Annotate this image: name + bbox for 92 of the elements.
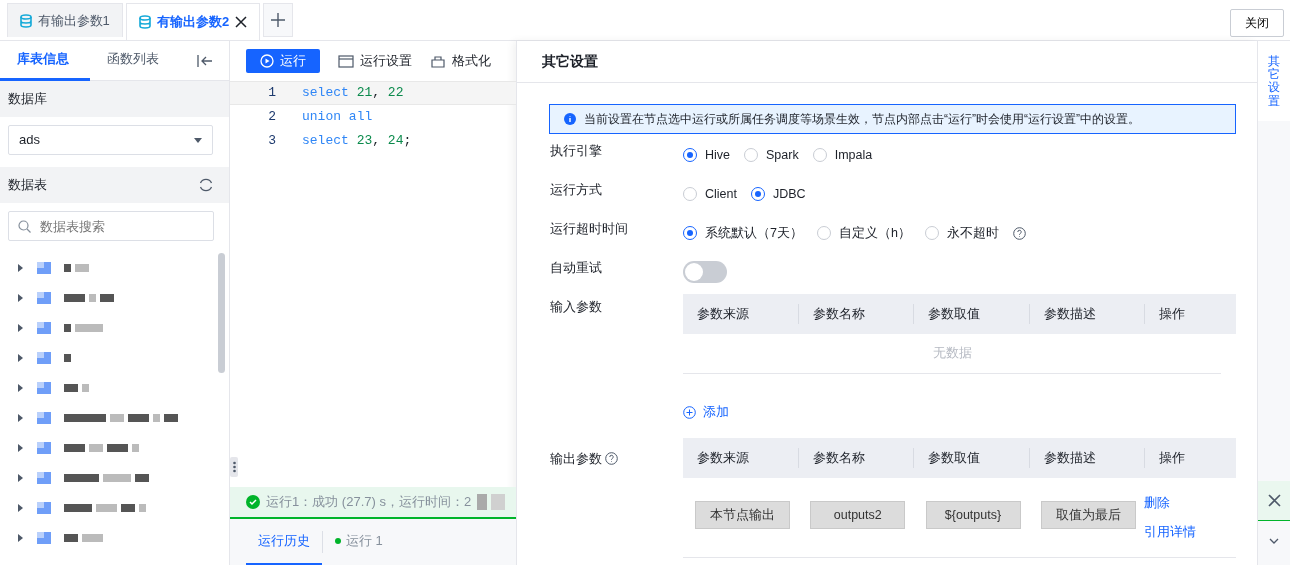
toolbar-button[interactable]: 运行设置 <box>338 51 412 71</box>
notice-text: 当前设置在节点选中运行或所属任务调度等场景生效，节点内部点击“运行”时会使用“运行设置”中的设置。 <box>584 111 1140 128</box>
toggle-switch[interactable] <box>683 261 727 283</box>
drawer-title: 其它设置 <box>542 52 598 71</box>
radio-option[interactable]: Spark <box>744 145 799 165</box>
redacted-text <box>64 324 103 332</box>
column-header: 参数名称 <box>797 448 913 468</box>
line-number: 1 <box>267 84 277 103</box>
redacted-text <box>64 294 114 302</box>
info-icon <box>564 113 576 125</box>
toolbar-button[interactable]: 格式化 <box>430 51 491 71</box>
redacted-text <box>64 384 89 392</box>
empty-text: 无数据 <box>683 334 1221 374</box>
table-icon <box>36 530 52 546</box>
field-label: 输出参数 <box>550 451 602 468</box>
sidebar-tab[interactable]: 函数列表 <box>90 41 180 81</box>
radio-option[interactable]: 永不超时 <box>924 223 999 243</box>
chevron-down-icon <box>1269 538 1279 544</box>
close-button[interactable]: 关闭 <box>1229 8 1284 37</box>
status-text: 运行1：成功 (27.7) s，运行时间：2 <box>266 493 472 512</box>
table-field[interactable]: 取值为最后 <box>1040 500 1136 529</box>
radio-option[interactable]: 自定义（h） <box>816 223 911 243</box>
side-tab[interactable]: 其它设置 <box>1258 41 1290 121</box>
field-label: 运行超时时间 <box>550 221 629 238</box>
add-link[interactable]: 添加 <box>683 404 1236 420</box>
refresh-icon[interactable] <box>199 178 213 192</box>
column-header: 参数取值 <box>913 304 1029 324</box>
field-label: 自动重试 <box>550 260 603 277</box>
action-link[interactable]: 引用详情 <box>1144 522 1196 542</box>
action-link[interactable]: 删除 <box>1144 493 1170 513</box>
close-icon[interactable] <box>235 16 248 28</box>
column-header: 参数来源 <box>696 306 750 323</box>
column-header: 参数描述 <box>1028 448 1144 468</box>
radio-option[interactable]: Impala <box>812 145 873 165</box>
caret-icon <box>194 137 202 143</box>
radio-option[interactable]: Hive <box>683 145 730 165</box>
field-label: 运行方式 <box>550 182 603 199</box>
toolbox-icon <box>430 53 446 69</box>
table-icon <box>36 410 52 426</box>
column-header: 操作 <box>1144 304 1236 324</box>
field-label: 执行引擎 <box>550 143 603 160</box>
success-icon <box>246 495 260 509</box>
line-number: 2 <box>267 108 277 127</box>
column-header: 参数名称 <box>797 304 913 324</box>
column-header: 操作 <box>1144 448 1236 468</box>
dots-icon <box>232 461 236 473</box>
radio-option[interactable]: JDBC <box>750 184 806 204</box>
table-icon <box>36 500 52 516</box>
column-header: 参数取值 <box>913 448 1029 468</box>
table-icon <box>36 350 52 366</box>
file-tab[interactable]: 有输出参数2 <box>126 3 261 40</box>
database-select[interactable]: ads <box>8 125 213 155</box>
section-title: 数据表 <box>8 176 47 195</box>
close-icon <box>1267 494 1281 507</box>
redacted-text <box>64 354 71 362</box>
scrollbar[interactable] <box>218 253 225 373</box>
table-icon <box>36 470 52 486</box>
line-number: 3 <box>267 132 277 151</box>
radio-option[interactable]: Client <box>683 184 737 204</box>
table-field[interactable]: outputs2 <box>810 500 906 529</box>
section-title: 数据库 <box>8 90 47 109</box>
plus-icon <box>271 13 286 27</box>
code-line: union all <box>301 108 373 127</box>
database-icon <box>139 15 151 29</box>
table-icon <box>36 380 52 396</box>
database-icon <box>19 13 32 28</box>
redacted-text <box>64 264 89 272</box>
file-tab[interactable]: 有输出参数1 <box>6 3 123 37</box>
table-icon <box>36 260 52 276</box>
table-field[interactable]: ${outputs} <box>925 500 1021 529</box>
close-button[interactable] <box>1258 481 1290 521</box>
table-icon <box>36 320 52 336</box>
search-icon <box>18 220 31 233</box>
table-icon <box>36 440 52 456</box>
table-field[interactable]: 本节点输出 <box>695 500 790 529</box>
table-icon <box>36 290 52 306</box>
redacted-text <box>477 494 506 510</box>
redacted-text <box>64 534 103 542</box>
column-header: 参数来源 <box>696 450 750 467</box>
add-circle-icon <box>683 405 696 419</box>
radio-option[interactable]: 系统默认（7天） <box>683 223 803 243</box>
add-tab-button[interactable] <box>263 3 294 37</box>
code-line: select 21, 22 <box>301 84 404 103</box>
resize-handle[interactable] <box>230 457 238 477</box>
run-button[interactable]: 运行 <box>246 49 320 73</box>
column-header: 参数描述 <box>1028 304 1144 324</box>
window-icon <box>338 53 354 69</box>
code-line: select 23, 24; <box>301 132 412 151</box>
play-icon <box>260 54 274 68</box>
search-field[interactable]: 数据表搜索 <box>8 211 214 241</box>
collapse-icon[interactable] <box>197 54 213 67</box>
field-label: 输入参数 <box>550 299 603 316</box>
